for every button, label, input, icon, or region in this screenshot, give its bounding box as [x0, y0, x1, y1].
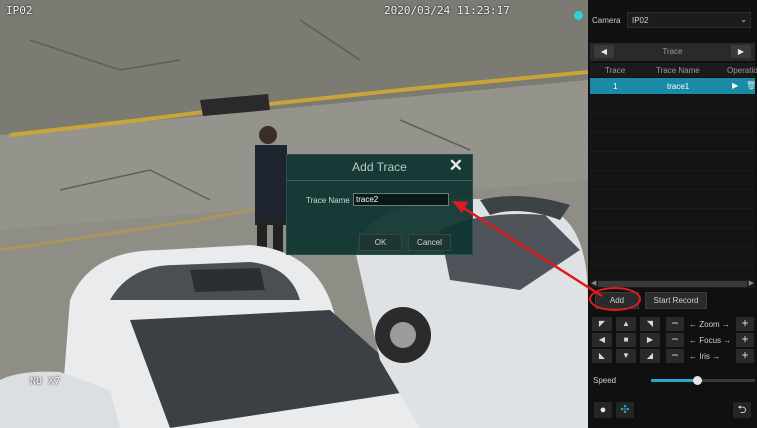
dialog-title: Add Trace [352, 160, 407, 174]
chevron-down-icon: ⌄ [740, 15, 747, 24]
row-trace-name: trace1 [667, 82, 690, 91]
trace-table-header: Trace Trace Name Operation [590, 63, 757, 77]
speed-slider-knob[interactable] [692, 376, 702, 385]
cancel-button[interactable]: Cancel [408, 234, 451, 251]
ptz-down-right-icon[interactable]: ◢ [640, 349, 660, 363]
trace-table-body [590, 95, 755, 279]
trace-name-input[interactable] [353, 193, 449, 206]
column-header-trace: Trace [605, 66, 626, 75]
ptz-up-icon[interactable]: ▲ [616, 317, 636, 331]
ok-button[interactable]: OK [359, 234, 402, 251]
camera-label: Camera [592, 16, 621, 25]
camera-select[interactable]: IP02 ⌄ [627, 12, 751, 28]
focus-far-icon[interactable]: + [736, 333, 754, 347]
trace-navigator: ◀ Trace ▶ [590, 43, 755, 61]
zoom-in-icon[interactable]: + [736, 317, 754, 331]
ptz-down-icon[interactable]: ▼ [616, 349, 636, 363]
speed-label: Speed [593, 376, 617, 385]
scroll-left-icon[interactable]: ◀ [591, 279, 596, 287]
scroll-right-icon[interactable]: ▶ [749, 279, 754, 287]
zoom-label-row: ← Zoom → [689, 320, 730, 329]
iris-label-row: ← Iris → [689, 352, 721, 361]
move-crosshair-icon[interactable]: ✣ [616, 402, 634, 418]
row-trace-number: 1 [613, 82, 618, 91]
table-row[interactable]: 1 trace1 ▶ 🗑 [590, 78, 756, 94]
focus-label: Focus [699, 336, 722, 345]
ptz-down-left-icon[interactable]: ◣ [592, 349, 612, 363]
delete-icon[interactable]: 🗑 [746, 81, 756, 90]
focus-near-icon[interactable]: − [666, 333, 684, 347]
focus-label-row: ← Focus → [689, 336, 732, 345]
zoom-out-icon[interactable]: − [666, 317, 684, 331]
scrollbar-thumb[interactable] [598, 281, 747, 287]
dialog-divider [287, 180, 472, 181]
ptz-up-left-icon[interactable]: ◤ [592, 317, 612, 331]
status-dot-icon [574, 11, 583, 20]
add-button[interactable]: Add [595, 292, 639, 309]
iris-label: Iris [699, 352, 710, 361]
ptz-right-icon[interactable]: ▶ [640, 333, 660, 347]
speed-slider[interactable] [651, 376, 755, 385]
zoom-label: Zoom [699, 320, 720, 329]
iris-close-icon[interactable]: − [666, 349, 684, 363]
plate-osd: NU X7 [30, 376, 61, 387]
column-header-trace-name: Trace Name [656, 66, 700, 75]
iris-open-icon[interactable]: + [736, 349, 754, 363]
start-record-button[interactable]: Start Record [645, 292, 707, 309]
ptz-control-panel: Camera IP02 ⌄ ◀ Trace ▶ Trace Trace Name… [588, 0, 757, 428]
ptz-left-icon[interactable]: ◀ [592, 333, 612, 347]
trace-name-label: Trace Name [306, 196, 350, 205]
timestamp-osd: 2020/03/24 11:23:17 [384, 4, 510, 17]
next-arrow-icon[interactable]: ▶ [731, 45, 751, 58]
add-trace-dialog: Add Trace ✕ Trace Name OK Cancel [286, 154, 473, 255]
back-icon[interactable]: ⮌ [733, 402, 751, 418]
column-header-operation: Operation [727, 66, 757, 75]
horizontal-scrollbar[interactable]: ◀ ▶ [590, 280, 755, 288]
play-icon[interactable]: ▶ [732, 81, 738, 90]
preset-icon[interactable]: ● [594, 402, 612, 418]
close-icon[interactable]: ✕ [449, 156, 463, 176]
camera-select-value: IP02 [632, 16, 649, 25]
ptz-up-right-icon[interactable]: ◥ [640, 317, 660, 331]
speed-slider-fill [651, 379, 697, 382]
ptz-stop-icon[interactable]: ■ [616, 333, 636, 347]
camera-live-view[interactable]: IP02 2020/03/24 11:23:17 NU X7 Add Trace… [0, 0, 588, 428]
camera-name-osd: IP02 [6, 4, 33, 17]
